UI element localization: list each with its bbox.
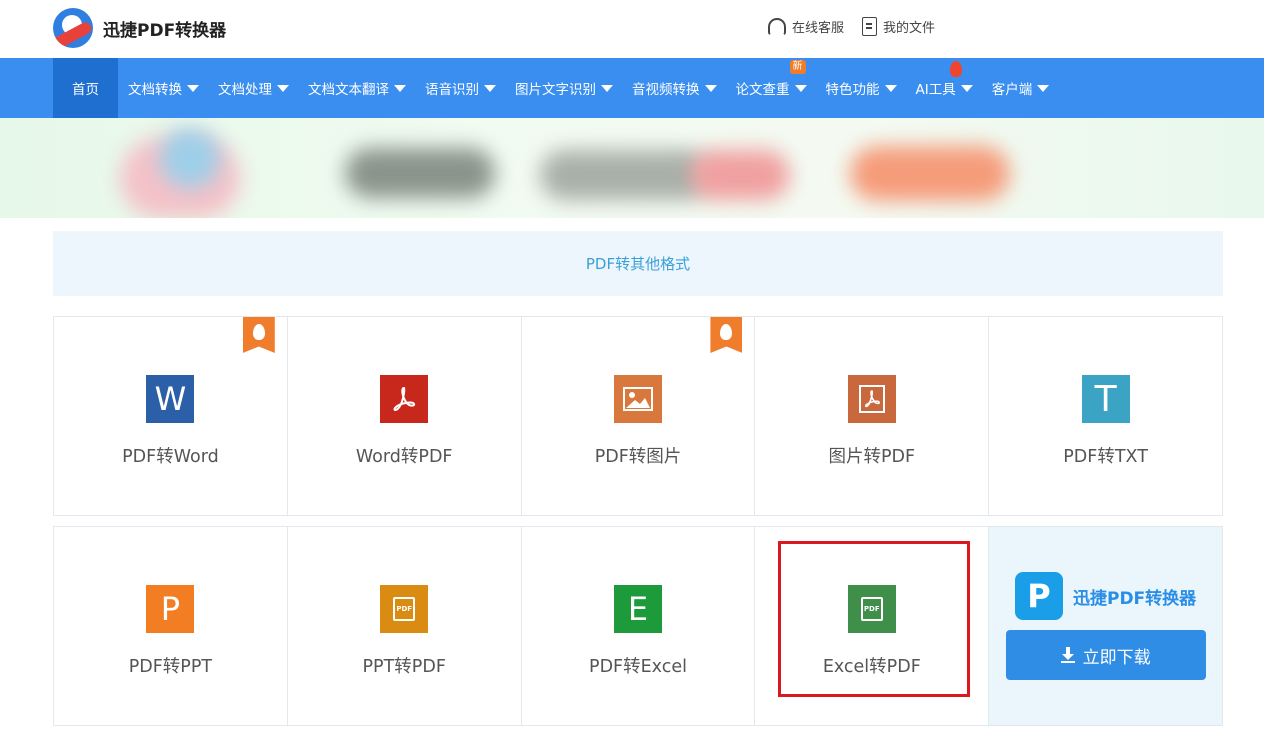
- nav-home[interactable]: 首页: [53, 58, 118, 118]
- section-title: PDF转其他格式: [53, 231, 1223, 296]
- nav-translate[interactable]: 文档文本翻译: [298, 58, 415, 118]
- text-icon: T: [1081, 375, 1130, 423]
- download-button[interactable]: 立即下载: [1005, 630, 1206, 680]
- promo-app-name: 迅捷PDF转换器: [1072, 588, 1197, 609]
- nav-av-convert-label: 音视频转换: [632, 82, 700, 98]
- nav-client-label: 客户端: [991, 82, 1033, 98]
- my-files-label: 我的文件: [883, 21, 936, 36]
- chevron-down-icon: [884, 84, 897, 92]
- word-icon: W: [146, 375, 195, 423]
- headset-icon: [768, 17, 786, 36]
- tool-pdf-to-word[interactable]: W PDF转Word: [54, 317, 288, 515]
- nav-ai-tools[interactable]: AI工具: [906, 58, 982, 118]
- tool-image-to-pdf[interactable]: 图片转PDF: [755, 317, 990, 515]
- nav-doc-convert[interactable]: 文档转换: [118, 58, 208, 118]
- site-logo[interactable]: 迅捷PDF转换器: [53, 8, 226, 48]
- chevron-down-icon: [794, 84, 807, 92]
- chevron-down-icon: [484, 84, 496, 92]
- excel-icon: E: [613, 585, 662, 633]
- chevron-down-icon: [1037, 84, 1050, 92]
- tool-label: PDF转PPT: [128, 657, 213, 677]
- flame-icon: [252, 324, 265, 340]
- chevron-down-icon: [187, 84, 199, 92]
- download-promo: P 迅捷PDF转换器 立即下载: [989, 527, 1222, 725]
- nav-doc-process[interactable]: 文档处理: [208, 58, 298, 118]
- tool-pdf-to-image[interactable]: PDF转图片: [522, 317, 756, 515]
- nav-ai-tools-label: AI工具: [915, 82, 956, 98]
- nav-doc-process-label: 文档处理: [218, 82, 272, 98]
- tool-label: PDF转图片: [594, 447, 682, 467]
- fire-icon: [949, 61, 962, 77]
- download-label: 立即下载: [1082, 647, 1151, 668]
- nav-speech-label: 语音识别: [425, 82, 479, 98]
- tool-label: 图片转PDF: [828, 447, 916, 467]
- promo-banner[interactable]: [0, 118, 1264, 218]
- nav-plagiarism-label: 论文查重: [735, 82, 790, 98]
- pdf-doc-icon: [847, 375, 896, 423]
- download-icon: [1060, 647, 1075, 663]
- nav-ocr[interactable]: 图片文字识别: [505, 58, 622, 118]
- nav-home-label: 首页: [72, 82, 99, 98]
- nav-client[interactable]: 客户端: [982, 58, 1059, 118]
- hot-badge: [242, 317, 275, 353]
- tool-pdf-to-txt[interactable]: T PDF转TXT: [989, 317, 1222, 515]
- brand-name: 迅捷PDF转换器: [103, 20, 227, 41]
- main-nav: 首页 文档转换 文档处理 文档文本翻译 语音识别 图片文字识别 音视频转换 论文…: [0, 58, 1264, 118]
- image-icon: [613, 375, 662, 423]
- tool-label: PPT转PDF: [362, 657, 446, 677]
- nav-translate-label: 文档文本翻译: [308, 82, 389, 98]
- tool-label: Word转PDF: [355, 447, 453, 467]
- chevron-down-icon: [960, 84, 973, 92]
- tool-label: PDF转Word: [122, 447, 219, 467]
- tool-label: PDF转Excel: [589, 657, 687, 677]
- chevron-down-icon: [394, 84, 406, 92]
- nav-speech[interactable]: 语音识别: [415, 58, 505, 118]
- tool-word-to-pdf[interactable]: Word转PDF: [288, 317, 522, 515]
- promo-brand: P 迅捷PDF转换器: [1014, 572, 1197, 620]
- app-logo-icon: P: [1014, 572, 1063, 620]
- header-links: 在线客服 我的文件: [768, 17, 935, 36]
- chevron-down-icon: [277, 84, 289, 92]
- flame-icon: [720, 324, 733, 340]
- logo-mark-icon: [53, 8, 93, 48]
- chevron-down-icon: [601, 84, 613, 92]
- online-service-label: 在线客服: [792, 21, 845, 36]
- online-service-link[interactable]: 在线客服: [768, 17, 844, 36]
- tool-ppt-to-pdf[interactable]: PDF PPT转PDF: [288, 527, 522, 725]
- pdf-file-icon: PDF: [380, 585, 429, 633]
- tools-row-2: P PDF转PPT PDF PPT转PDF E PDF转Excel PDF Ex…: [53, 526, 1223, 726]
- nav-ocr-label: 图片文字识别: [515, 82, 596, 98]
- tool-label: PDF转TXT: [1063, 447, 1148, 467]
- nav-av-convert[interactable]: 音视频转换: [622, 58, 726, 118]
- document-icon: [862, 17, 878, 36]
- new-badge: 新: [789, 60, 806, 74]
- top-header: 迅捷PDF转换器 在线客服 我的文件: [0, 0, 1264, 58]
- tool-pdf-to-excel[interactable]: E PDF转Excel: [522, 527, 756, 725]
- nav-plagiarism[interactable]: 论文查重 新: [726, 58, 816, 118]
- tool-pdf-to-ppt[interactable]: P PDF转PPT: [54, 527, 288, 725]
- chevron-down-icon: [704, 84, 717, 92]
- nav-doc-convert-label: 文档转换: [128, 82, 182, 98]
- selection-highlight: [778, 541, 970, 697]
- nav-features[interactable]: 特色功能: [816, 58, 906, 118]
- nav-features-label: 特色功能: [825, 82, 880, 98]
- hot-badge: [710, 317, 743, 353]
- tools-row-1: W PDF转Word Word转PDF PDF转图片 图片转PDF T PDF转…: [53, 316, 1223, 516]
- pdf-icon: [380, 375, 429, 423]
- my-files-link[interactable]: 我的文件: [862, 17, 935, 36]
- powerpoint-icon: P: [146, 585, 195, 633]
